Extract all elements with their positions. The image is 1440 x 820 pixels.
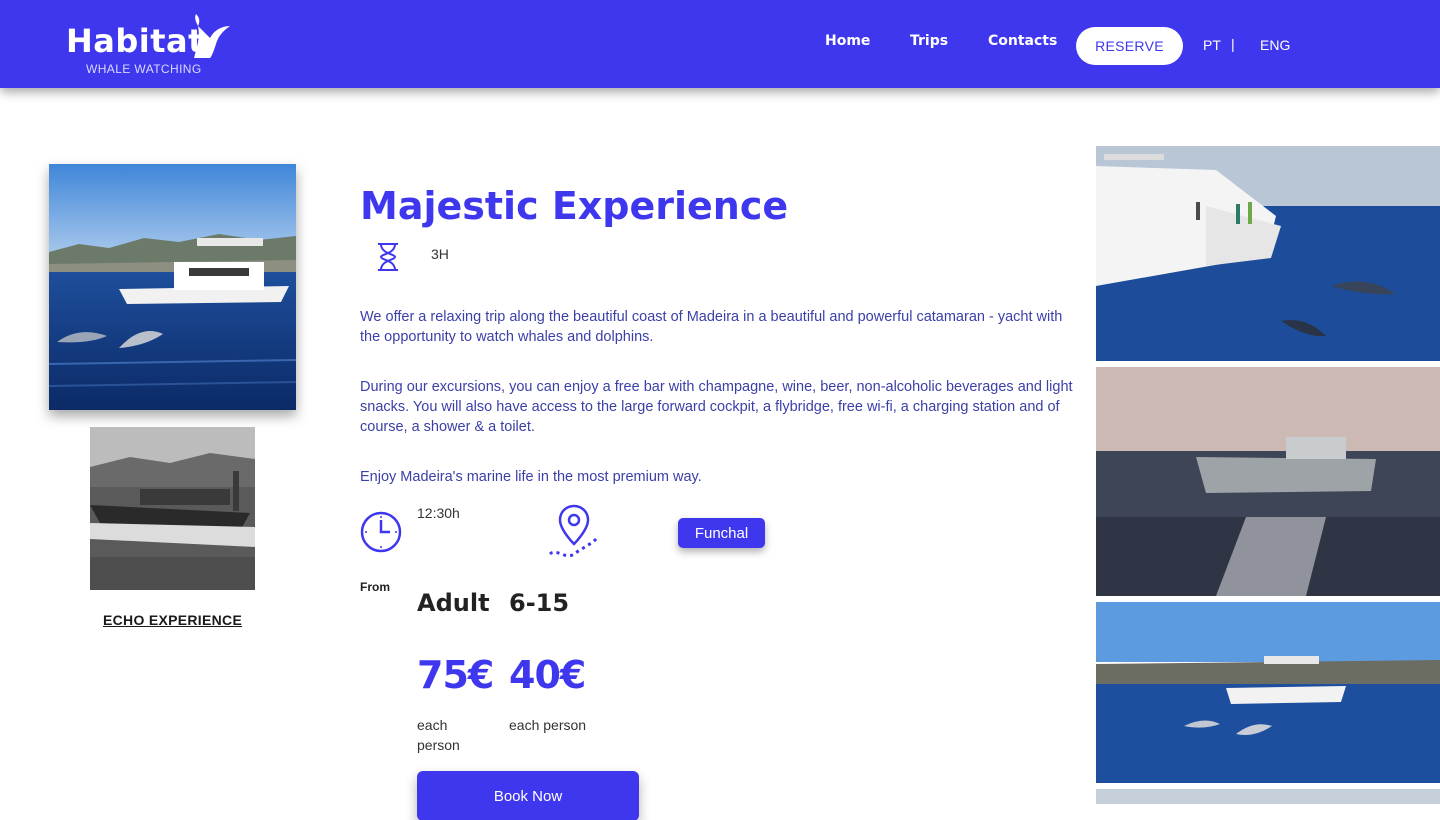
trip-title: Majestic Experience [360, 184, 789, 228]
trip-duration: 3H [431, 246, 449, 262]
gallery-photo-2 [1096, 367, 1440, 596]
echo-experience-photo[interactable] [90, 427, 255, 590]
reserve-button[interactable]: RESERVE [1076, 27, 1183, 65]
echo-experience-link[interactable]: ECHO EXPERIENCE [103, 612, 242, 628]
departure-time: 12:30h [417, 505, 460, 521]
price-adult: 75€ [417, 653, 494, 697]
price-note-child: each person [509, 717, 587, 733]
logo[interactable]: Habitat WHALE WATCHING [66, 14, 246, 78]
trip-description-3: Enjoy Madeira's marine life in the most … [360, 469, 702, 485]
whale-tail-icon [194, 14, 230, 58]
nav-home[interactable]: Home [825, 33, 870, 49]
gallery-photo-4 [1096, 789, 1440, 804]
trip-description-2: During our excursions, you can enjoy a f… [360, 379, 1073, 435]
trip-description-1: We offer a relaxing trip along the beaut… [360, 309, 1063, 345]
price-label-child: 6-15 [509, 589, 570, 617]
location-button[interactable]: Funchal [678, 518, 765, 548]
map-pin-icon [548, 504, 600, 558]
price-label-adult: Adult [417, 589, 490, 617]
price-child: 40€ [509, 653, 586, 697]
lang-pt-link[interactable]: PT [1203, 37, 1221, 53]
hourglass-icon [378, 243, 398, 271]
from-label: From [360, 580, 390, 594]
lang-separator: | [1231, 36, 1235, 52]
gallery-photo-1 [1096, 146, 1440, 361]
logo-tagline: WHALE WATCHING [86, 62, 202, 76]
lang-eng-link[interactable]: ENG [1260, 37, 1290, 53]
book-now-button[interactable]: Book Now [417, 771, 639, 820]
trip-main-photo [49, 164, 296, 410]
price-note-adult: each person [417, 717, 460, 753]
gallery-photo-3 [1096, 602, 1440, 783]
site-header: Habitat WHALE WATCHING Home Trips Contac… [0, 0, 1440, 88]
clock-icon [360, 511, 402, 553]
nav-trips[interactable]: Trips [910, 33, 948, 49]
nav-contacts[interactable]: Contacts [988, 33, 1057, 49]
